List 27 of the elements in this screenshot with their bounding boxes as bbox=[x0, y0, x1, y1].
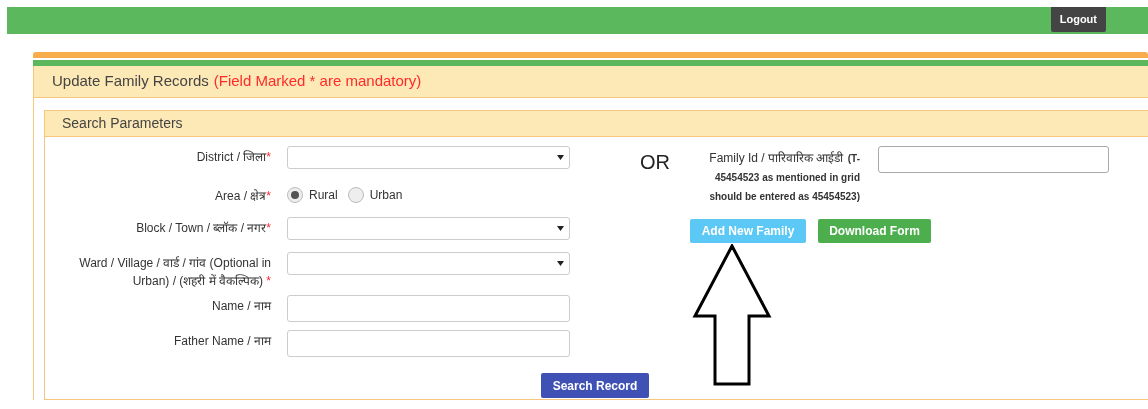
input-field[interactable] bbox=[287, 295, 570, 322]
search-record-button[interactable]: Search Record bbox=[541, 373, 649, 398]
field-label: Block / Town / ब्लॉक / नगर* bbox=[135, 220, 271, 237]
radio-label: Urban bbox=[369, 187, 403, 204]
radio-button[interactable] bbox=[287, 187, 303, 203]
mandatory-note: (Field Marked * are mandatory) bbox=[213, 71, 422, 92]
dropdown-caret-icon bbox=[557, 226, 564, 231]
field-label: Name / नाम bbox=[211, 298, 271, 315]
or-text: OR bbox=[640, 150, 670, 173]
up-arrow-icon bbox=[692, 244, 772, 386]
field-label: Father Name / नाम bbox=[172, 333, 271, 350]
dropdown[interactable] bbox=[287, 252, 570, 275]
family-id-label: Family Id / पारिवारिक आईडी (T-45454523 as mentioned in grid should be entered as 45454523) bbox=[708, 150, 860, 204]
field-label: Ward / Village / वार्ड / गांव (Optional in Urban) / (शहरी में वैकल्पिक) * bbox=[78, 255, 271, 290]
field-label: Area / क्षेत्र* bbox=[213, 188, 271, 205]
radio-label: Rural bbox=[309, 187, 338, 204]
dropdown[interactable] bbox=[287, 146, 570, 169]
field-label: District / जिला* bbox=[195, 149, 271, 166]
panel-title: Update Family Records bbox=[52, 71, 209, 92]
family-id-field[interactable] bbox=[878, 146, 1109, 173]
dropdown[interactable] bbox=[287, 217, 570, 240]
logout-button[interactable]: Logout bbox=[1050, 7, 1106, 32]
dropdown-caret-icon bbox=[557, 261, 564, 266]
input-field[interactable] bbox=[287, 330, 570, 357]
dropdown-caret-icon bbox=[557, 155, 564, 160]
radio-button[interactable] bbox=[347, 187, 364, 203]
search-panel-title: Search Parameters bbox=[62, 114, 183, 133]
